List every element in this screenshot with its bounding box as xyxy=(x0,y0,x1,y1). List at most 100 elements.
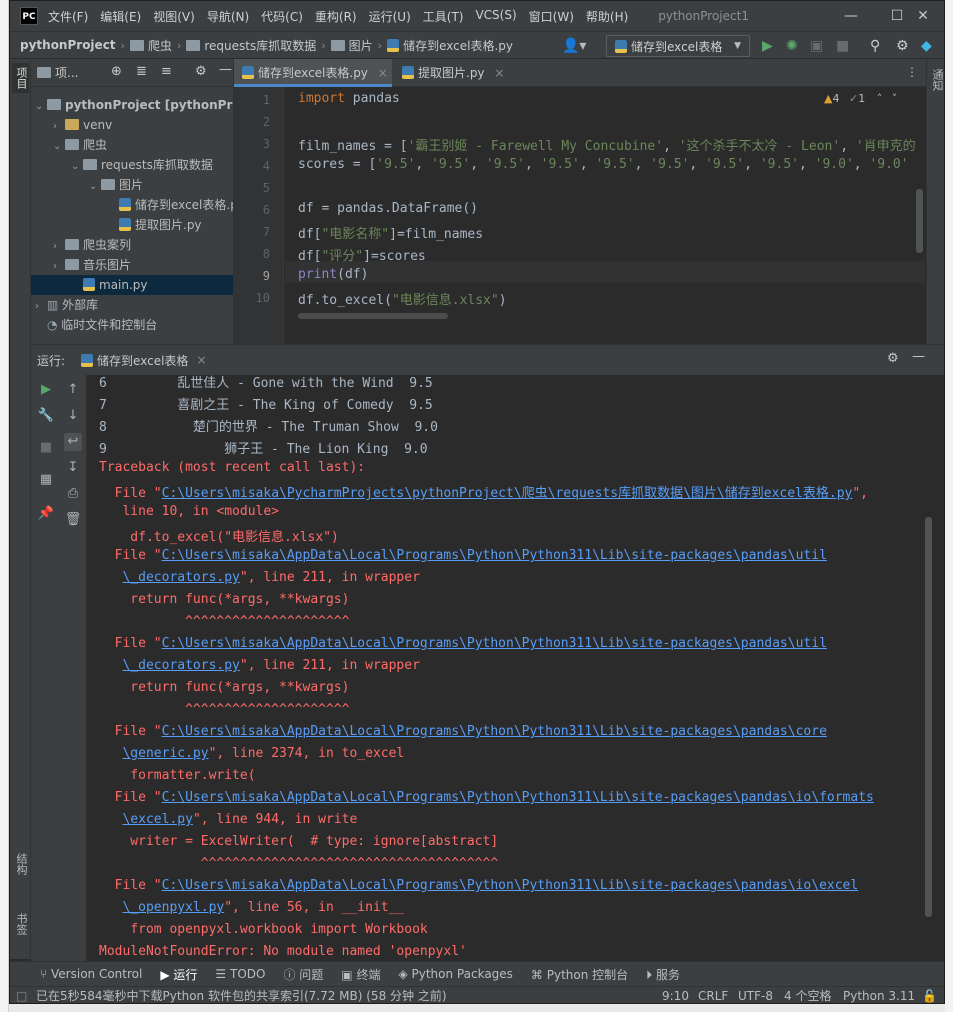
settings-gear-icon[interactable]: ⚙ xyxy=(896,37,909,55)
tab-extract-images[interactable]: 提取图片.py × xyxy=(394,59,514,87)
clear-trash-icon[interactable]: 🗑 xyxy=(64,511,82,529)
menu-item[interactable]: 视图(V) xyxy=(153,8,195,25)
caret-position[interactable]: 9:10 xyxy=(662,987,689,1003)
chevron-down-icon[interactable]: ⌄ xyxy=(35,97,47,117)
breadcrumb-item[interactable]: pythonProject xyxy=(20,38,116,52)
tree-item[interactable]: ⌄ 图片 xyxy=(31,175,233,195)
locate-icon[interactable]: ⊕ xyxy=(111,64,122,79)
breadcrumb-item[interactable]: 爬虫 xyxy=(148,37,172,54)
close-icon[interactable]: ✕ xyxy=(900,1,944,31)
minimize-icon[interactable]: — xyxy=(828,1,874,31)
file-path-link[interactable]: \_openpyxl.py xyxy=(122,900,224,915)
file-path-link[interactable]: \_decorators.py xyxy=(122,570,239,585)
menu-item[interactable]: 运行(U) xyxy=(369,8,411,25)
breadcrumb-item[interactable]: requests库抓取数据 xyxy=(204,37,316,54)
run-tab[interactable]: 储存到excel表格 xyxy=(97,352,188,369)
tree-item[interactable]: main.py xyxy=(31,275,233,295)
debug-icon[interactable]: ✺ xyxy=(786,37,798,55)
soft-wrap-icon[interactable]: ↩ xyxy=(64,433,82,451)
menu-item[interactable]: 重构(R) xyxy=(315,8,357,25)
file-path-link[interactable]: C:\Users\misaka\AppData\Local\Programs\P… xyxy=(162,548,827,563)
stop-icon[interactable]: ■ xyxy=(836,37,849,55)
scroll-up-icon[interactable]: ↑ xyxy=(64,381,82,399)
edit-config-wrench-icon[interactable]: 🔧 xyxy=(37,407,55,425)
vertical-scrollbar[interactable] xyxy=(916,189,923,253)
bookmarks-tool-button[interactable]: 书签 xyxy=(12,909,29,939)
bottom-tab[interactable]: ☰ TODO xyxy=(215,967,265,981)
tree-item[interactable]: › 爬虫案列 xyxy=(31,235,233,255)
file-path-link[interactable]: C:\Users\misaka\AppData\Local\Programs\P… xyxy=(162,790,874,805)
previous-highlight-icon[interactable]: ˄ xyxy=(877,92,883,105)
tree-item[interactable]: › 音乐图片 xyxy=(31,255,233,275)
file-encoding[interactable]: UTF-8 xyxy=(738,987,773,1003)
console-scrollbar[interactable] xyxy=(925,517,932,917)
file-path-link[interactable]: C:\Users\misaka\PycharmProjects\pythonPr… xyxy=(162,486,853,501)
tree-item[interactable]: ⌄ 爬虫 xyxy=(31,135,233,155)
chevron-right-icon[interactable]: › xyxy=(53,237,65,257)
close-run-tab-icon[interactable]: × xyxy=(196,353,206,367)
indent-setting[interactable]: 4 个空格 xyxy=(784,987,831,1003)
lock-icon[interactable]: 🔓 xyxy=(922,987,937,1003)
expand-all-icon[interactable]: ≣ xyxy=(136,64,147,79)
menu-item[interactable]: 编辑(E) xyxy=(100,8,141,25)
file-path-link[interactable]: C:\Users\misaka\AppData\Local\Programs\P… xyxy=(162,878,859,893)
next-highlight-icon[interactable]: ˅ xyxy=(892,92,898,105)
scroll-down-icon[interactable]: ↓ xyxy=(64,407,82,425)
collapse-all-icon[interactable]: ≡ xyxy=(161,64,172,79)
tree-item[interactable]: ◔ 临时文件和控制台 xyxy=(31,315,233,335)
chevron-right-icon[interactable]: › xyxy=(35,297,47,317)
menu-item[interactable]: 文件(F) xyxy=(48,8,88,25)
file-path-link[interactable]: C:\Users\misaka\AppData\Local\Programs\P… xyxy=(162,724,827,739)
notifications-tool-button[interactable]: 通知 xyxy=(928,65,944,95)
file-path-link[interactable]: \_decorators.py xyxy=(122,658,239,673)
chevron-down-icon[interactable]: ⌄ xyxy=(89,177,101,197)
tree-item[interactable]: ⌄ pythonProject [pythonProject1] xyxy=(31,95,280,117)
menu-item[interactable]: 代码(C) xyxy=(261,8,303,25)
stop-run-icon[interactable]: ■ xyxy=(37,439,55,457)
python-interpreter[interactable]: Python 3.11 xyxy=(843,987,915,1003)
scroll-to-end-icon[interactable]: ↧ xyxy=(64,459,82,477)
chevron-down-icon[interactable]: ⌄ xyxy=(71,157,83,177)
bottom-tab[interactable]: ◈ Python Packages xyxy=(398,967,512,981)
menu-item[interactable]: VCS(S) xyxy=(475,8,516,25)
tab-save-excel[interactable]: 储存到excel表格.py × xyxy=(234,59,392,87)
line-separator[interactable]: CRLF xyxy=(698,987,728,1003)
print-icon[interactable]: ⎙ xyxy=(64,485,82,503)
bottom-tab[interactable]: ⓘ 问题 xyxy=(283,966,323,983)
run-settings-gear-icon[interactable]: ⚙ xyxy=(887,351,899,366)
bottom-tab[interactable]: ▣ 终端 xyxy=(341,966,380,983)
more-tabs-icon[interactable]: ⋮ xyxy=(906,65,918,79)
tree-item[interactable]: › ▥ 外部库 xyxy=(31,295,233,315)
project-panel-title[interactable]: 项... xyxy=(55,64,78,81)
menu-item[interactable]: 工具(T) xyxy=(423,8,464,25)
project-tool-button[interactable]: 项目 xyxy=(12,63,29,93)
breadcrumb-item[interactable]: 图片 xyxy=(349,37,373,54)
status-message[interactable]: 已在5秒584毫秒中下载Python 软件包的共享索引(7.72 MB) (58… xyxy=(36,987,447,1003)
options-gear-icon[interactable]: ⚙ xyxy=(195,64,207,79)
tree-item[interactable]: 储存到excel表格.py xyxy=(31,195,245,215)
plugin-icon[interactable]: ◆ xyxy=(921,37,932,55)
layout-icon[interactable]: ▦ xyxy=(37,471,55,489)
menu-item[interactable]: 帮助(H) xyxy=(586,8,628,25)
bottom-tab[interactable]: ▶ 运行 xyxy=(160,966,197,983)
coverage-icon[interactable]: ▣ xyxy=(810,37,823,55)
menu-item[interactable]: 窗口(W) xyxy=(529,8,574,25)
bottom-tab[interactable]: ⏵ 服务 xyxy=(646,966,680,983)
search-icon[interactable]: ⚲ xyxy=(870,37,880,55)
close-tab-icon[interactable]: × xyxy=(378,66,388,80)
user-icon[interactable]: 👤▾ xyxy=(562,37,586,55)
pin-icon[interactable]: 📌 xyxy=(37,505,55,523)
horizontal-scrollbar[interactable] xyxy=(298,313,448,319)
tree-item[interactable]: ⌄ requests库抓取数据 xyxy=(31,155,233,175)
file-path-link[interactable]: \generic.py xyxy=(122,746,208,761)
close-tab-icon[interactable]: × xyxy=(494,66,504,80)
tree-item[interactable]: › venv xyxy=(31,115,233,135)
hide-panel-icon[interactable]: — xyxy=(219,62,232,77)
tree-item[interactable]: 提取图片.py xyxy=(31,215,233,235)
file-path-link[interactable]: C:\Users\misaka\AppData\Local\Programs\P… xyxy=(162,636,827,651)
file-path-link[interactable]: \excel.py xyxy=(122,812,192,827)
menu-item[interactable]: 导航(N) xyxy=(207,8,249,25)
bottom-tab[interactable]: ⌘ Python 控制台 xyxy=(531,966,628,983)
chevron-right-icon[interactable]: › xyxy=(53,257,65,277)
hide-run-panel-icon[interactable]: — xyxy=(912,349,925,364)
